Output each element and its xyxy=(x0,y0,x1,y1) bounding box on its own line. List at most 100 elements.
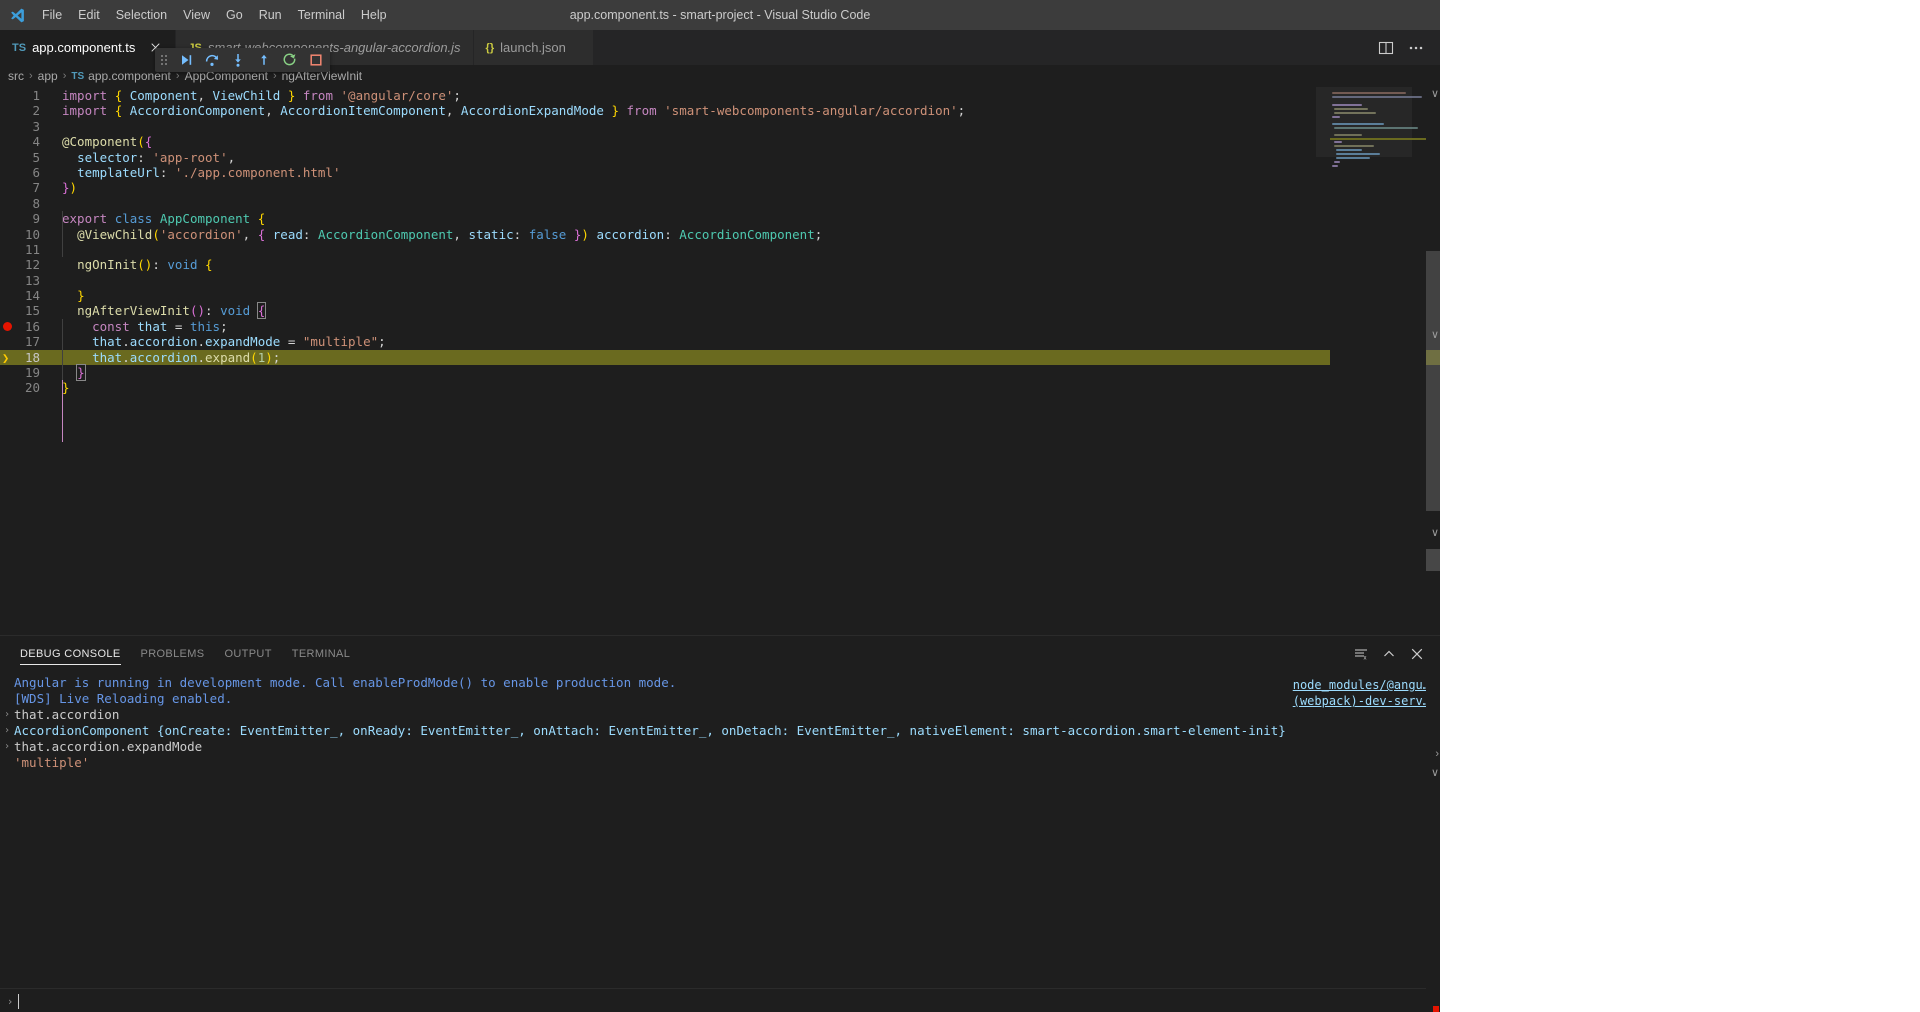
panel-tab-terminal[interactable]: TERMINAL xyxy=(282,636,360,671)
code-line-text[interactable]: export class AppComponent { xyxy=(40,211,1440,226)
code-editor[interactable]: 1 import { Component, ViewChild } from '@… xyxy=(0,87,1440,635)
code-line[interactable]: 4 @Component({ xyxy=(0,134,1440,149)
console-row[interactable]: › that.accordion.expandMode xyxy=(0,739,1440,755)
code-line-text[interactable]: import { AccordionComponent, AccordionIt… xyxy=(40,103,1440,118)
menu-item-help[interactable]: Help xyxy=(353,5,395,25)
breadcrumb-item-app[interactable]: app xyxy=(38,69,58,83)
split-editor-icon[interactable] xyxy=(1372,34,1400,62)
editor-glyph-margin[interactable] xyxy=(0,303,14,318)
step-into-icon[interactable] xyxy=(225,48,251,72)
step-over-icon[interactable] xyxy=(199,48,225,72)
code-lines[interactable]: 1 import { Component, ViewChild } from '@… xyxy=(0,87,1440,396)
drag-handle-icon[interactable] xyxy=(155,48,173,72)
chevron-right-icon[interactable]: › xyxy=(1435,748,1439,760)
code-line-text[interactable] xyxy=(40,196,1440,211)
menu-item-go[interactable]: Go xyxy=(218,5,251,25)
clear-console-icon[interactable]: x xyxy=(1348,641,1374,667)
code-line-text[interactable]: } xyxy=(40,380,1440,395)
editor-scrollbar-thumb[interactable] xyxy=(1426,251,1440,511)
panel-tab-debug-console[interactable]: DEBUG CONSOLE xyxy=(10,636,131,671)
code-line-text[interactable]: ngAfterViewInit(): void { xyxy=(40,302,1440,320)
console-row[interactable]: › AccordionComponent {onCreate: EventEmit… xyxy=(0,723,1440,739)
console-row[interactable]: [WDS] Live Reloading enabled. xyxy=(0,691,1440,707)
code-line-text[interactable]: const that = this; xyxy=(40,319,1440,334)
code-line[interactable]: 19 } xyxy=(0,364,1440,382)
debug-toolbar[interactable] xyxy=(155,48,330,72)
source-link-node-modules[interactable]: node_modules/@angu… xyxy=(1293,677,1430,693)
minimap[interactable] xyxy=(1316,87,1426,635)
code-line[interactable]: 2 import { AccordionComponent, AccordionI… xyxy=(0,103,1440,118)
chevron-down-icon[interactable]: ∨ xyxy=(1431,328,1439,341)
editor-glyph-margin[interactable] xyxy=(0,119,14,134)
menu-item-edit[interactable]: Edit xyxy=(70,5,108,25)
editor-glyph-margin[interactable] xyxy=(0,103,14,118)
code-line[interactable]: 12 ngOnInit(): void { xyxy=(0,257,1440,272)
editor-glyph-margin[interactable] xyxy=(0,319,14,334)
editor-glyph-margin[interactable] xyxy=(0,380,14,395)
expand-arrow-icon[interactable]: › xyxy=(0,707,14,723)
tab-launch-json[interactable]: {} launch.json xyxy=(473,30,594,65)
code-line[interactable]: 8 xyxy=(0,196,1440,211)
code-line-text[interactable]: @ViewChild('accordion', { read: Accordio… xyxy=(40,227,1440,242)
editor-glyph-margin[interactable] xyxy=(0,165,14,180)
console-row[interactable]: 'multiple' xyxy=(0,755,1440,771)
code-line-text[interactable]: } xyxy=(40,364,1440,382)
tab-app-component-ts[interactable]: TS app.component.ts xyxy=(0,30,177,65)
restart-icon[interactable] xyxy=(277,48,303,72)
menu-item-selection[interactable]: Selection xyxy=(108,5,175,25)
expand-arrow-icon[interactable]: › xyxy=(0,723,14,739)
panel-tab-output[interactable]: OUTPUT xyxy=(214,636,281,671)
editor-vertical-scrollbar[interactable] xyxy=(1426,87,1440,635)
editor-glyph-margin[interactable] xyxy=(0,88,14,103)
panel-tab-problems[interactable]: PROBLEMS xyxy=(131,636,215,671)
maximize-panel-icon[interactable] xyxy=(1376,641,1402,667)
breadcrumb-item-src[interactable]: src xyxy=(8,69,24,83)
code-line-text[interactable]: that.accordion.expand(1); xyxy=(40,350,1440,365)
console-row[interactable]: › that.accordion xyxy=(0,707,1440,723)
menu-item-terminal[interactable]: Terminal xyxy=(290,5,353,25)
code-line[interactable]: 17 that.accordion.expandMode = "multiple… xyxy=(0,334,1440,349)
code-line[interactable]: 11 xyxy=(0,242,1440,257)
code-line[interactable]: 3 xyxy=(0,119,1440,134)
code-line[interactable]: 5 selector: 'app-root', xyxy=(0,150,1440,165)
expand-arrow-icon[interactable]: › xyxy=(0,739,14,755)
editor-glyph-margin[interactable] xyxy=(0,196,14,211)
code-line-text[interactable]: import { Component, ViewChild } from '@a… xyxy=(40,88,1440,103)
code-line[interactable]: ❯ 18 that.accordion.expand(1); xyxy=(0,349,1440,366)
code-line[interactable]: 13 xyxy=(0,273,1440,288)
code-line-text[interactable]: ngOnInit(): void { xyxy=(40,257,1440,272)
menu-item-view[interactable]: View xyxy=(175,5,218,25)
breakpoint-icon[interactable] xyxy=(3,322,12,332)
code-line[interactable]: 9 export class AppComponent { xyxy=(0,211,1440,226)
code-line-text[interactable]: }) xyxy=(40,180,1440,195)
chevron-down-icon[interactable]: ∨ xyxy=(1431,526,1439,539)
console-row[interactable]: Angular is running in development mode. … xyxy=(0,675,1440,691)
editor-glyph-margin[interactable]: ❯ xyxy=(0,350,14,365)
code-line[interactable]: 7}) xyxy=(0,180,1440,195)
code-line-text[interactable] xyxy=(40,119,1440,134)
code-line-text[interactable] xyxy=(40,273,1440,288)
continue-icon[interactable] xyxy=(173,48,199,72)
code-line[interactable]: 1 import { Component, ViewChild } from '@… xyxy=(0,88,1440,103)
code-line[interactable]: 20} xyxy=(0,380,1440,395)
editor-glyph-margin[interactable] xyxy=(0,257,14,272)
chevron-down-icon[interactable]: ∨ xyxy=(1431,766,1439,779)
stop-icon[interactable] xyxy=(303,48,329,72)
code-line-text[interactable]: @Component({ xyxy=(40,134,1440,149)
code-line-text[interactable]: templateUrl: './app.component.html' xyxy=(40,165,1440,180)
menu-item-run[interactable]: Run xyxy=(251,5,290,25)
editor-glyph-margin[interactable] xyxy=(0,365,14,380)
editor-glyph-margin[interactable] xyxy=(0,227,14,242)
menu-item-file[interactable]: File xyxy=(34,5,70,25)
editor-glyph-margin[interactable] xyxy=(0,273,14,288)
editor-glyph-margin[interactable] xyxy=(0,134,14,149)
debug-console-output[interactable]: Angular is running in development mode. … xyxy=(0,671,1440,988)
debug-console-input[interactable]: › xyxy=(0,988,1440,1012)
code-line[interactable]: 10 @ViewChild('accordion', { read: Accor… xyxy=(0,227,1440,242)
code-line[interactable]: 16 const that = this; xyxy=(0,319,1440,334)
step-out-icon[interactable] xyxy=(251,48,277,72)
editor-glyph-margin[interactable] xyxy=(0,334,14,349)
code-line-text[interactable]: } xyxy=(40,288,1440,303)
code-line-text[interactable]: selector: 'app-root', xyxy=(40,150,1440,165)
code-line[interactable]: 15 ngAfterViewInit(): void { xyxy=(0,302,1440,320)
